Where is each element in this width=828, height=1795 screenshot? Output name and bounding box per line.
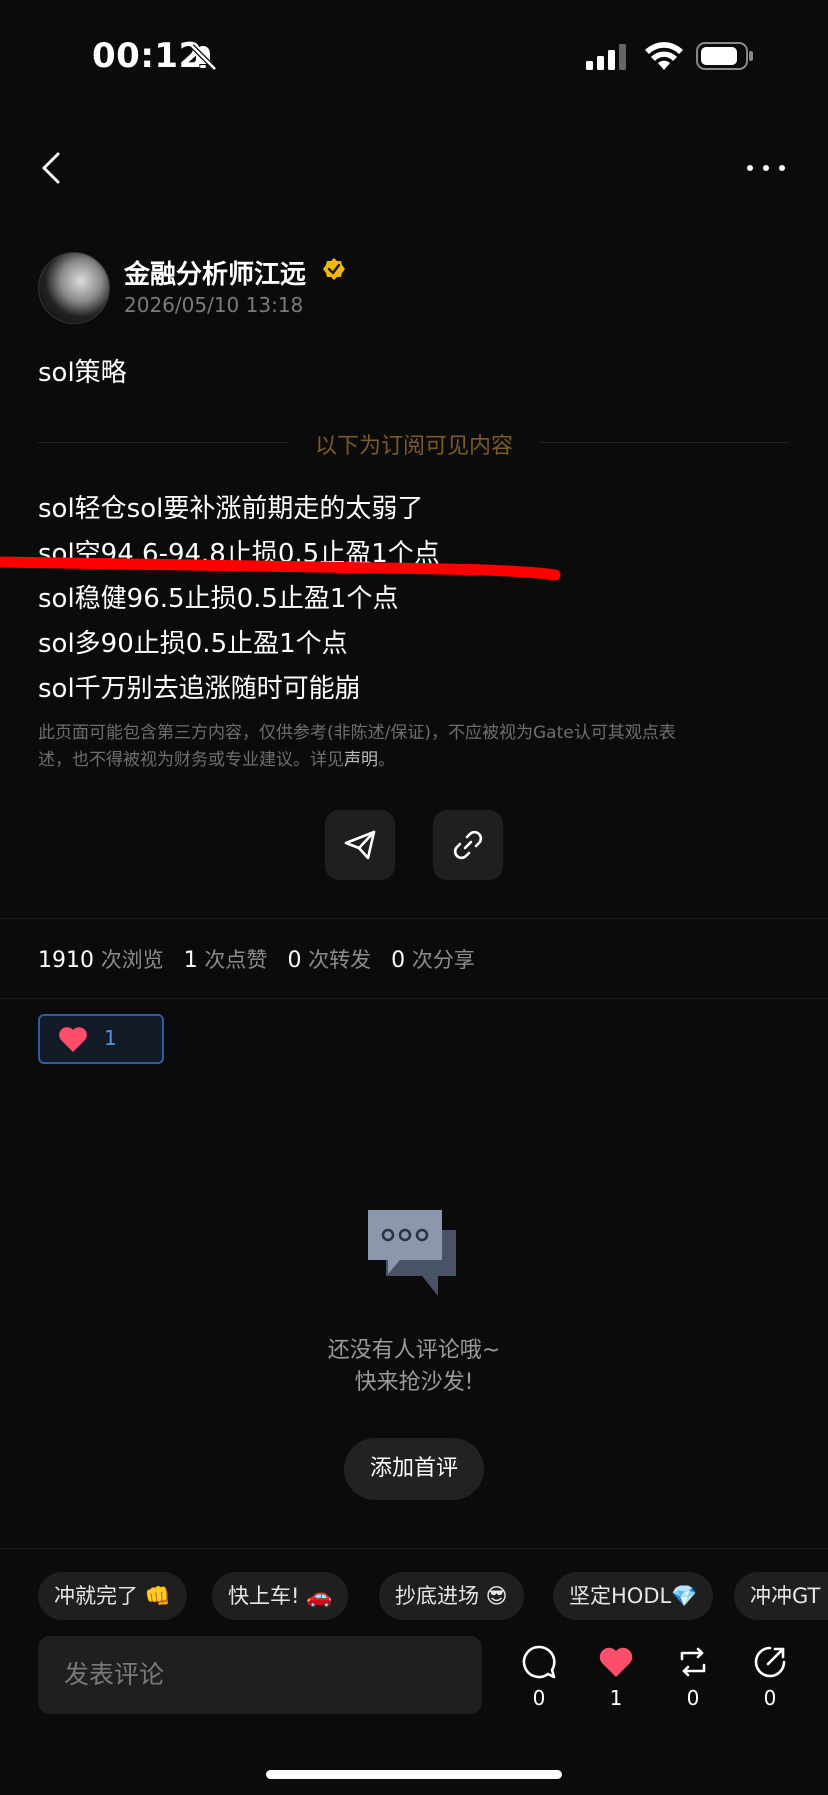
heart-icon <box>599 1647 633 1677</box>
quick-reply-chip[interactable]: 冲冲GT <box>734 1572 828 1620</box>
reposts-count: 0 <box>287 948 302 973</box>
quick-reply-chip[interactable]: 抄底进场 😎 <box>379 1572 524 1620</box>
share-action[interactable]: 0 <box>745 1644 795 1710</box>
disclaimer-link[interactable]: 声明 <box>344 750 378 770</box>
views-count: 1910 <box>38 948 94 973</box>
section-divider <box>0 998 828 999</box>
link-icon <box>453 830 483 860</box>
send-icon <box>344 830 376 860</box>
status-bar: 00:12 <box>0 0 828 110</box>
disclaimer-end: 。 <box>378 750 395 770</box>
reposts-label: 次转发 <box>308 948 372 972</box>
views-label: 次浏览 <box>100 948 164 972</box>
content-line: sol多90止损0.5止盈1个点 <box>38 629 348 659</box>
home-indicator[interactable] <box>266 1770 562 1779</box>
disclaimer-text-2: 述，也不得被视为财务或专业建议。详见声明。 <box>38 747 768 774</box>
heart-icon <box>59 1027 87 1052</box>
reaction-count: 1 <box>104 1026 117 1050</box>
content-line: sol千万别去追涨随时可能崩 <box>38 674 361 704</box>
post-date: 2026/05/10 13:18 <box>124 293 304 317</box>
comment-action[interactable]: 0 <box>514 1644 564 1710</box>
bell-muted-icon <box>190 44 217 71</box>
back-arrow-icon[interactable] <box>38 150 66 186</box>
empty-comments-icon <box>368 1210 456 1296</box>
add-first-comment-button[interactable]: 添加首评 <box>344 1438 484 1500</box>
wifi-icon <box>645 42 683 70</box>
comment-input[interactable]: 发表评论 <box>38 1636 482 1714</box>
quick-reply-chip[interactable]: 坚定HODL💎 <box>553 1572 714 1620</box>
empty-comments-subtext: 快来抢沙发! <box>354 1370 474 1395</box>
section-divider <box>0 918 828 919</box>
comment-count: 0 <box>532 1686 546 1710</box>
disclaimer-text: 此页面可能包含第三方内容，仅供参考(非陈述/保证)，不应被视为Gate认可其观点… <box>38 723 676 743</box>
post-stats: 1910 次浏览 1 次点赞 0 次转发 0 次分享 <box>38 944 475 974</box>
status-time: 00:12 <box>92 36 203 76</box>
content-line: sol轻仓sol要补涨前期走的太弱了 <box>38 494 424 524</box>
send-share-button[interactable] <box>325 810 395 880</box>
heart-reaction-chip[interactable]: 1 <box>38 1014 164 1064</box>
battery-icon <box>696 42 753 70</box>
shares-count: 0 <box>391 948 406 973</box>
comment-icon <box>522 1645 556 1679</box>
like-action[interactable]: 1 <box>591 1644 641 1710</box>
copy-link-button[interactable] <box>433 810 503 880</box>
section-divider <box>0 1548 828 1549</box>
quick-reply-chip[interactable]: 冲就完了 👊 <box>38 1572 187 1620</box>
repost-count: 0 <box>686 1686 700 1710</box>
disclaimer-text-cont: 述，也不得被视为财务或专业建议。详见 <box>38 750 344 770</box>
like-count: 1 <box>609 1686 623 1710</box>
shares-label: 次分享 <box>411 948 475 972</box>
likes-count: 1 <box>183 948 198 973</box>
subscription-label: 以下为订阅可见内容 <box>314 434 513 459</box>
author-name[interactable]: 金融分析师江远 <box>124 254 306 291</box>
quick-reply-chip[interactable]: 快上车! 🚗 <box>212 1572 349 1620</box>
author-avatar[interactable] <box>38 252 110 324</box>
post-title: sol策略 <box>38 358 127 388</box>
likes-label: 次点赞 <box>204 948 268 972</box>
share-icon <box>754 1646 786 1678</box>
repost-icon <box>680 1647 706 1677</box>
share-count: 0 <box>763 1686 777 1710</box>
more-options-icon[interactable] <box>744 150 788 186</box>
disclaimer: 此页面可能包含第三方内容，仅供参考(非陈述/保证)，不应被视为Gate认可其观点… <box>38 720 768 774</box>
empty-comments-text: 还没有人评论哦~ <box>327 1338 501 1363</box>
cellular-signal-icon <box>586 44 626 70</box>
repost-action[interactable]: 0 <box>668 1644 718 1710</box>
verified-badge-icon <box>323 258 345 280</box>
red-underline-annotation <box>0 556 561 581</box>
